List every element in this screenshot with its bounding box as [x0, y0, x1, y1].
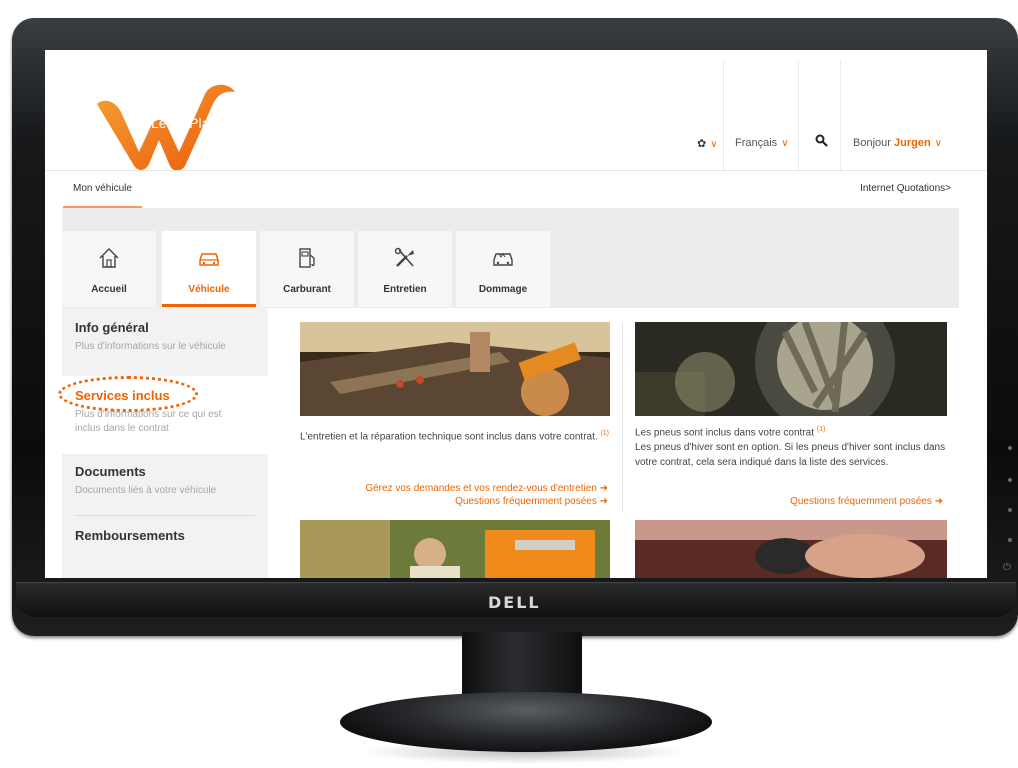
search-icon — [815, 134, 828, 147]
header-divider — [798, 60, 799, 170]
footnote-marker: (1) — [816, 426, 826, 433]
screen: LeasePlan ✿ ∨ Français ∨ Bonjour Jurgen ∨ M… — [45, 50, 987, 578]
category-band: Accueil Véhicule Carburant Entretien Dom… — [62, 208, 959, 308]
internet-quotations-link[interactable]: Internet Quotations> — [860, 171, 951, 207]
greeting: Bonjour — [853, 137, 891, 149]
faq-link[interactable]: Questions fréquemment posées ➜ — [300, 495, 608, 508]
header-divider — [840, 60, 841, 170]
top-navigation: Mon véhicule Internet Quotations> — [45, 170, 987, 209]
tab-label: Carburant — [283, 284, 331, 295]
tab-accueil[interactable]: Accueil — [62, 231, 156, 307]
card-image-tires — [635, 322, 947, 416]
dotted-highlight-annotation — [58, 376, 198, 412]
monitor-brand-logo: DELL — [488, 593, 541, 612]
card-text: Les pneus sont inclus dans votre contrat — [635, 427, 814, 439]
fuel-pump-icon — [260, 246, 354, 272]
card-image-people — [300, 520, 610, 578]
tools-icon — [358, 246, 452, 272]
sidebar-item-desc: Plus d'informations sur le véhicule — [75, 341, 226, 352]
sidebar-item-desc: Documents liés à votre véhicule — [75, 485, 217, 496]
card-maintenance-links: Gérez vos demandes et vos rendez-vous d'… — [300, 482, 608, 508]
language-label: Français — [735, 137, 778, 149]
monitor-button — [1008, 446, 1012, 450]
monitor-button — [1008, 508, 1012, 512]
tab-carburant[interactable]: Carburant — [260, 231, 354, 307]
gear-icon: ✿ — [697, 138, 707, 150]
card-text: L'entretien et la réparation technique s… — [300, 431, 598, 443]
sidebar-item-remboursements[interactable]: Remboursements — [62, 528, 268, 543]
logo-text: LeasePlan — [151, 115, 217, 131]
sidebar-item-info-general[interactable]: Info général Plus d'informations sur le … — [62, 320, 268, 354]
car-icon — [162, 246, 256, 272]
leaseplan-logo[interactable]: LeasePlan — [93, 74, 243, 174]
user-name: Jurgen — [893, 137, 931, 149]
home-icon — [62, 246, 156, 272]
search-button[interactable] — [815, 134, 829, 151]
power-icon: ⏻ — [1003, 562, 1011, 573]
tab-dommage[interactable]: Dommage — [456, 231, 550, 307]
tab-vehicule[interactable]: Véhicule — [162, 231, 256, 307]
monitor-stand — [340, 692, 712, 752]
sidebar-divider — [75, 515, 255, 516]
tab-label: Accueil — [91, 284, 127, 295]
sidebar-item-title: Documents — [75, 464, 146, 479]
chevron-down-icon: ∨ — [710, 139, 718, 150]
card-text: Les pneus d'hiver sont en option. Si les… — [635, 442, 946, 469]
chevron-down-icon: ∨ — [934, 138, 942, 149]
sidebar-item-documents[interactable]: Documents Documents liés à votre véhicul… — [62, 464, 268, 498]
card-tires-text: Les pneus sont inclus dans votre contrat… — [635, 422, 947, 470]
faq-link[interactable]: Questions fréquemment posées ➜ — [635, 494, 943, 509]
card-divider — [622, 322, 623, 512]
language-selector[interactable]: Français ∨ — [735, 137, 789, 149]
settings-menu[interactable]: ✿ ∨ — [697, 137, 718, 150]
damaged-car-icon — [456, 246, 550, 272]
header-divider — [723, 60, 724, 170]
sidebar-menu: Info général Plus d'informations sur le … — [62, 308, 268, 578]
sidebar-item-title: Remboursements — [75, 528, 185, 543]
card-image-maintenance — [300, 322, 610, 416]
monitor-button — [1008, 538, 1012, 542]
footnote-marker: (1) — [600, 430, 609, 437]
sidebar-item-desc: Plus d'informations sur ce qui est inclu… — [75, 409, 222, 434]
tab-label: Dommage — [478, 284, 528, 295]
tab-entretien[interactable]: Entretien — [358, 231, 452, 307]
tab-label: Véhicule — [188, 284, 230, 295]
user-menu[interactable]: Bonjour Jurgen ∨ — [853, 137, 942, 149]
sidebar-item-title: Info général — [75, 320, 149, 335]
card-maintenance-text: L'entretien et la réparation technique s… — [300, 426, 610, 444]
card-image-keys — [635, 520, 947, 578]
card-tires-links: Questions fréquemment posées ➜ — [635, 494, 943, 509]
manage-requests-link[interactable]: Gérez vos demandes et vos rendez-vous d'… — [300, 482, 608, 495]
tab-mon-vehicule[interactable]: Mon véhicule — [63, 171, 142, 209]
monitor-button — [1008, 478, 1012, 482]
chevron-down-icon: ∨ — [781, 138, 789, 149]
tab-label: Entretien — [383, 284, 427, 295]
